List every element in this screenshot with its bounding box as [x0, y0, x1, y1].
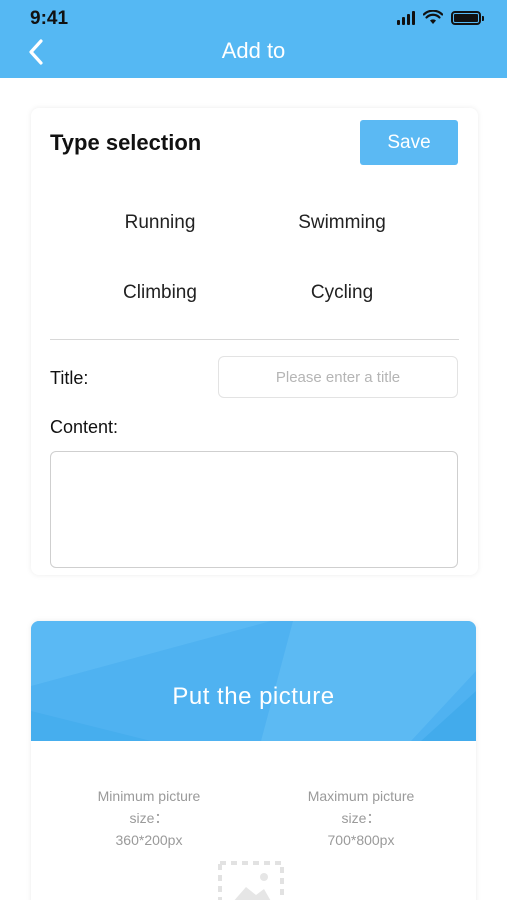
min-size-line: size：: [129, 810, 169, 826]
type-option-climbing[interactable]: Climbing: [80, 282, 240, 304]
max-size-value: 700*800px: [327, 832, 395, 848]
image-placeholder-icon: [218, 861, 284, 900]
banner-pattern: [31, 621, 476, 741]
max-size-line: Maximum picture: [307, 788, 415, 804]
battery-icon: [451, 10, 484, 25]
wifi-icon: [423, 10, 443, 24]
content-label: Content:: [50, 417, 119, 437]
status-time: 9:41: [30, 8, 69, 29]
page-title: Add to: [221, 38, 286, 63]
min-size-note: Minimum picture size： 360*200px: [64, 785, 234, 851]
max-size-note: Maximum picture size： 700*800px: [276, 785, 446, 851]
content-textarea[interactable]: [50, 451, 458, 568]
title-input[interactable]: [218, 356, 458, 398]
type-selection-card: Type selection Save Running Swimming Cli…: [31, 108, 478, 575]
divider: [50, 339, 459, 340]
put-picture-button[interactable]: Put the picture: [31, 621, 476, 741]
type-selection-heading: Type selection: [50, 130, 202, 155]
min-size-line: Minimum picture: [97, 788, 201, 804]
status-icons: [397, 10, 484, 25]
title-label: Title:: [50, 368, 89, 388]
type-option-running[interactable]: Running: [80, 212, 240, 234]
picture-card: Put the picture Minimum picture size： 36…: [31, 621, 476, 900]
save-button[interactable]: Save: [360, 120, 458, 165]
put-picture-label: Put the picture: [172, 683, 335, 710]
type-option-swimming[interactable]: Swimming: [262, 212, 422, 234]
type-option-cycling[interactable]: Cycling: [262, 282, 422, 304]
navigation-bar: 9:41 Add to: [0, 0, 507, 78]
max-size-line: size：: [341, 810, 381, 826]
min-size-value: 360*200px: [115, 832, 183, 848]
signal-icon: [397, 10, 415, 25]
